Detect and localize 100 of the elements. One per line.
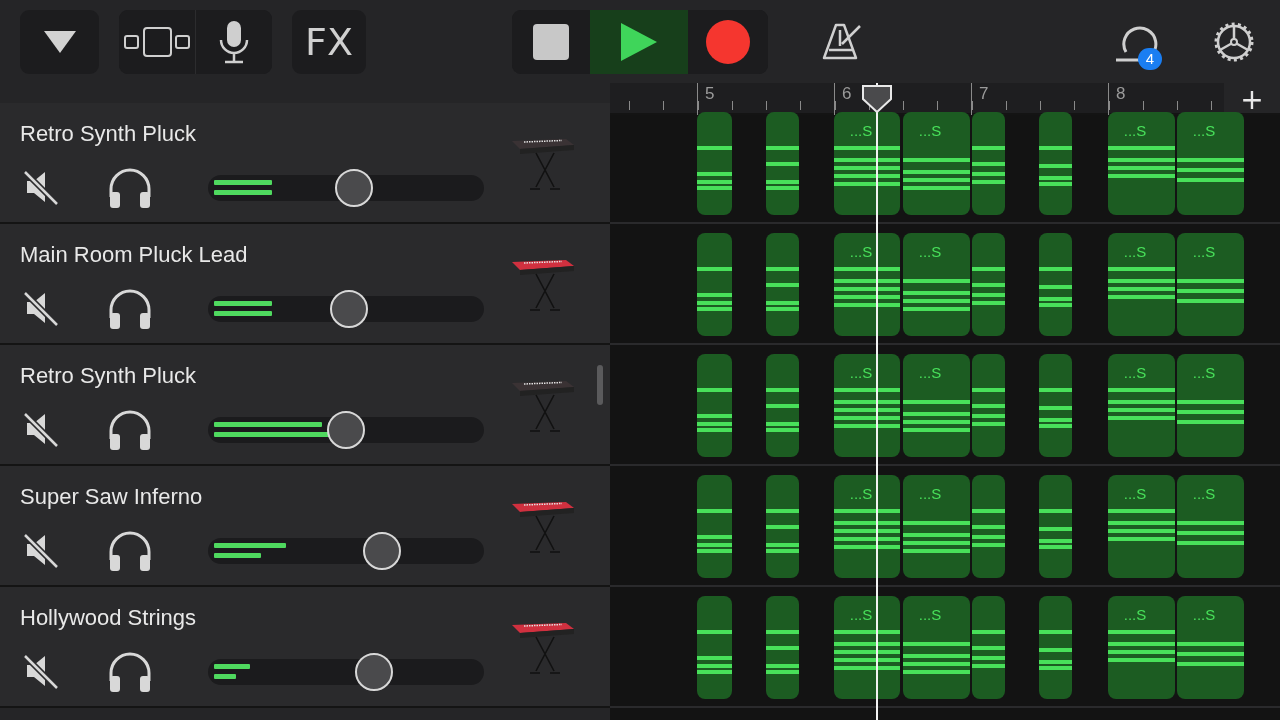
midi-region[interactable]: ...S xyxy=(1177,354,1244,457)
midi-region[interactable] xyxy=(972,596,1005,699)
midi-region[interactable] xyxy=(972,475,1005,578)
muted-speaker-icon xyxy=(22,653,60,691)
midi-region[interactable]: ...S xyxy=(903,233,970,336)
midi-region[interactable] xyxy=(697,354,732,457)
midi-region[interactable] xyxy=(972,233,1005,336)
headphones-icon xyxy=(107,167,153,209)
muted-speaker-icon xyxy=(22,169,60,207)
midi-region[interactable]: ...S xyxy=(1108,112,1175,215)
track-name: Super Saw Inferno xyxy=(20,484,203,510)
region-label: ...S xyxy=(1122,364,1148,381)
bar-number: 7 xyxy=(979,84,989,104)
track-header[interactable]: Retro Synth Pluck xyxy=(0,345,610,466)
midi-region[interactable]: ...S xyxy=(1177,596,1244,699)
midi-region[interactable] xyxy=(1039,233,1072,336)
midi-region[interactable] xyxy=(697,596,732,699)
bar-line xyxy=(834,83,835,115)
midi-region[interactable]: ...S xyxy=(1177,233,1244,336)
fx-button[interactable]: FX xyxy=(292,9,366,74)
region-label: ...S xyxy=(917,122,943,139)
region-label: ...S xyxy=(848,606,874,623)
midi-region[interactable]: ...S xyxy=(903,112,970,215)
volume-knob[interactable] xyxy=(362,532,401,570)
midi-region[interactable] xyxy=(972,112,1005,215)
midi-region[interactable]: ...S xyxy=(834,596,900,699)
record-icon xyxy=(706,19,750,64)
track-name: Retro Synth Pluck xyxy=(20,363,197,389)
midi-region[interactable] xyxy=(766,233,799,336)
midi-region[interactable]: ...S xyxy=(903,354,970,457)
midi-region[interactable]: ...S xyxy=(834,233,900,336)
region-label: ...S xyxy=(1191,122,1217,139)
track-header[interactable]: Super Saw Inferno xyxy=(0,466,610,587)
region-label: ...S xyxy=(1191,485,1217,502)
region-label: ...S xyxy=(1191,364,1217,381)
midi-region[interactable] xyxy=(1039,354,1072,457)
midi-region[interactable] xyxy=(766,354,799,457)
headphones-icon xyxy=(107,409,153,451)
bar-number: 5 xyxy=(705,84,715,104)
region-label: ...S xyxy=(848,485,874,502)
volume-knob[interactable] xyxy=(335,169,374,207)
midi-region[interactable] xyxy=(766,475,799,578)
stop-icon xyxy=(533,23,569,60)
region-label: ...S xyxy=(917,364,943,381)
region-label: ...S xyxy=(848,243,874,260)
loops-button[interactable]: 4 xyxy=(1108,9,1164,74)
region-label: ...S xyxy=(848,122,874,139)
midi-region[interactable]: ...S xyxy=(834,354,900,457)
volume-knob[interactable] xyxy=(354,653,393,691)
volume-knob[interactable] xyxy=(327,411,365,449)
midi-region[interactable] xyxy=(697,475,732,578)
midi-region[interactable] xyxy=(697,233,732,336)
muted-speaker-icon xyxy=(22,290,60,328)
browser-view-icon xyxy=(124,26,190,57)
midi-region[interactable]: ...S xyxy=(903,596,970,699)
region-label: ...S xyxy=(1191,606,1217,623)
microphone-icon xyxy=(219,19,249,64)
track-header[interactable]: Main Room Pluck Lead xyxy=(0,224,610,345)
midi-region[interactable]: ...S xyxy=(1108,354,1175,457)
region-label: ...S xyxy=(1122,122,1148,139)
midi-region[interactable]: ...S xyxy=(834,112,900,215)
add-section-button[interactable]: + xyxy=(1224,83,1280,113)
midi-region[interactable] xyxy=(1039,596,1072,699)
midi-region[interactable] xyxy=(766,112,799,215)
midi-region[interactable]: ...S xyxy=(903,475,970,578)
play-icon xyxy=(621,22,657,61)
track-name: Hollywood Strings xyxy=(20,605,197,631)
scrollbar[interactable] xyxy=(597,365,603,405)
region-label: ...S xyxy=(848,364,874,381)
bar-line xyxy=(697,83,698,115)
region-label: ...S xyxy=(1191,243,1217,260)
bar-number: 6 xyxy=(842,84,852,104)
bar-line xyxy=(971,83,972,115)
midi-region[interactable] xyxy=(697,112,732,215)
track-header[interactable]: Hollywood Strings xyxy=(0,587,610,708)
midi-region[interactable]: ...S xyxy=(1177,475,1244,578)
track-header[interactable]: Retro Synth Pluck xyxy=(0,103,610,224)
headphones-icon xyxy=(107,530,153,572)
midi-region[interactable] xyxy=(972,354,1005,457)
headphones-icon xyxy=(107,288,153,330)
midi-region[interactable]: ...S xyxy=(1108,596,1175,699)
midi-region[interactable]: ...S xyxy=(834,475,900,578)
midi-region[interactable]: ...S xyxy=(1108,475,1175,578)
play-button[interactable] xyxy=(590,9,688,74)
region-label: ...S xyxy=(917,243,943,260)
midi-region[interactable] xyxy=(1039,475,1072,578)
region-label: ...S xyxy=(1122,243,1148,260)
track-name: Main Room Pluck Lead xyxy=(20,242,248,268)
midi-region[interactable] xyxy=(1039,112,1072,215)
volume-knob[interactable] xyxy=(329,290,368,328)
headphones-icon xyxy=(107,651,153,693)
metronome-icon xyxy=(822,21,864,62)
bar-line xyxy=(1108,83,1109,115)
midi-region[interactable]: ...S xyxy=(1177,112,1244,215)
region-label: ...S xyxy=(917,485,943,502)
track-menu-button[interactable] xyxy=(20,9,99,74)
muted-speaker-icon xyxy=(22,532,60,570)
midi-region[interactable] xyxy=(766,596,799,699)
midi-region[interactable]: ...S xyxy=(1108,233,1175,336)
bar-number: 8 xyxy=(1116,84,1126,104)
